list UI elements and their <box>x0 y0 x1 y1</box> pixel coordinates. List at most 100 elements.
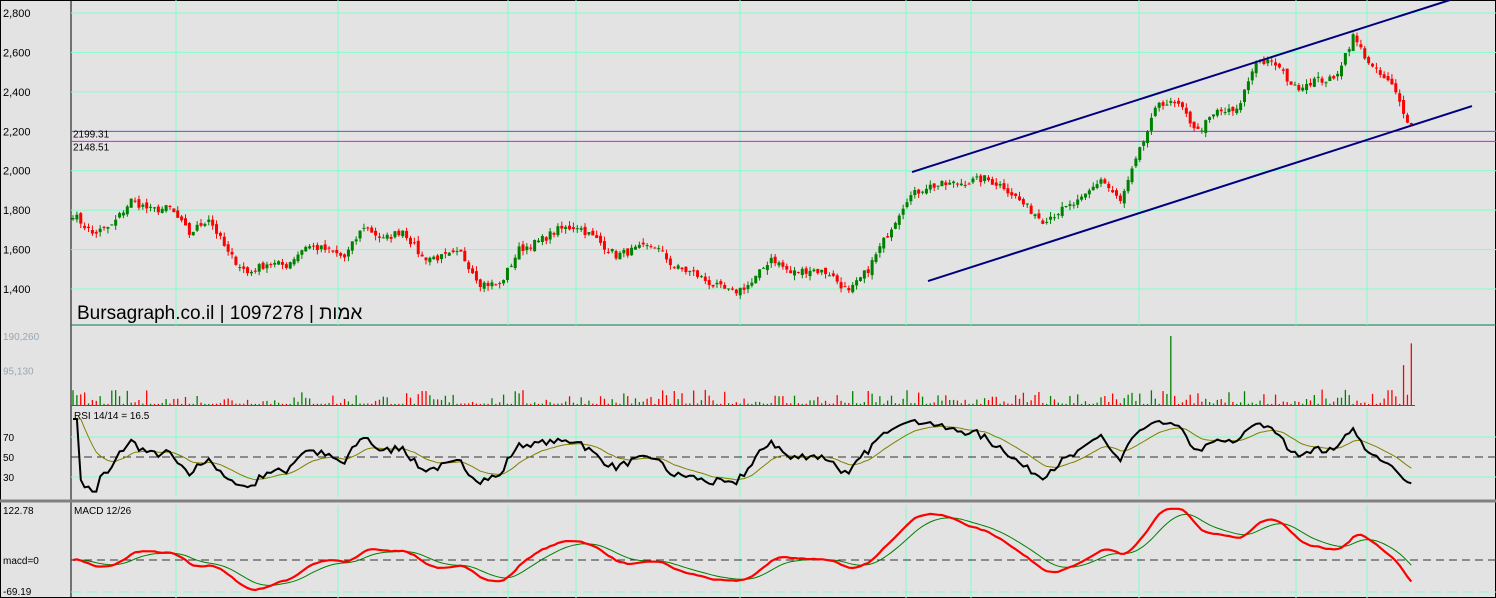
candle-body <box>312 245 316 247</box>
candle-body <box>249 271 253 274</box>
candle-body <box>1301 87 1305 91</box>
candle-body <box>304 246 308 252</box>
candle-body <box>967 183 971 185</box>
price-tick-label: 2,600 <box>3 47 31 59</box>
stock-chart: 2,800 2,600 2,400 2,200 2,000 1,800 1,600 1,400… <box>0 0 1496 598</box>
candle-body <box>176 210 180 218</box>
candle-body <box>649 246 653 248</box>
candle-body <box>226 244 230 252</box>
candle-body <box>1277 63 1281 68</box>
candle-body <box>343 254 347 258</box>
candle-body <box>1243 89 1247 103</box>
candle-body <box>1227 108 1231 113</box>
candle-body <box>401 230 405 237</box>
candle-body <box>1146 131 1150 144</box>
candle-body <box>405 230 409 239</box>
candle-body <box>847 287 851 291</box>
candle-body <box>529 247 533 249</box>
candle-body <box>1169 101 1173 103</box>
candle-body <box>882 237 886 249</box>
candle-body <box>595 235 599 239</box>
rsi-tick-label: 50 <box>3 453 15 464</box>
candle-body <box>812 269 816 272</box>
candle-body <box>502 280 506 284</box>
candle-body <box>79 213 83 224</box>
candle-body <box>1184 107 1188 114</box>
candle-body <box>525 246 529 251</box>
candle-body <box>909 195 913 202</box>
candle-body <box>777 262 781 266</box>
candle-body <box>424 257 428 261</box>
candle-body <box>366 227 370 229</box>
candle-body <box>618 252 622 260</box>
candle-body <box>800 268 804 276</box>
candle-body <box>199 223 203 226</box>
candle-body <box>661 250 665 252</box>
candle-body <box>971 178 975 183</box>
candle-body <box>851 284 855 293</box>
candle-body <box>738 287 742 296</box>
candle-body <box>754 275 758 284</box>
candle-body <box>1180 102 1184 108</box>
candle-body <box>1297 85 1301 91</box>
candle-body <box>463 250 467 262</box>
candle-body <box>804 268 808 274</box>
candle-body <box>820 269 824 273</box>
candle-body <box>552 233 556 235</box>
candle-body <box>416 240 420 255</box>
candle-body <box>890 229 894 238</box>
candle-body <box>521 244 525 252</box>
candle-body <box>1363 48 1367 59</box>
candle-body <box>242 266 246 269</box>
candle-body <box>238 267 242 269</box>
candle-body <box>855 280 859 286</box>
candle-body <box>478 279 482 288</box>
candle-body <box>215 224 219 234</box>
candle-body <box>1223 112 1227 114</box>
candle-body <box>1056 214 1060 216</box>
candle-body <box>436 255 440 261</box>
candle-body <box>765 265 769 271</box>
trend-channel-lower <box>927 105 1473 283</box>
candle-body <box>1064 205 1068 207</box>
candle-body <box>1382 74 1386 79</box>
candle-body <box>1080 196 1084 200</box>
candle-body <box>579 228 583 230</box>
candle-body <box>568 225 572 230</box>
candle-body <box>300 250 304 255</box>
candle-body <box>785 266 789 270</box>
candle-body <box>1386 76 1390 81</box>
candle-body <box>1157 102 1161 108</box>
support-line-label: 2199.31 <box>73 129 110 140</box>
candle-body <box>711 284 715 287</box>
candle-body <box>397 230 401 236</box>
candle-body <box>1402 100 1406 114</box>
candle-body <box>839 282 843 289</box>
candle-body <box>1049 216 1053 220</box>
candle-body <box>633 246 637 250</box>
candle-body <box>1107 183 1111 189</box>
candle-body <box>1103 179 1107 184</box>
candle-body <box>1367 57 1371 64</box>
candle-body <box>1196 126 1200 129</box>
candle-body <box>183 218 187 226</box>
candle-body <box>680 267 684 270</box>
candle-body <box>98 228 102 233</box>
candle-body <box>234 256 238 265</box>
candle-body <box>730 288 734 290</box>
candle-body <box>168 205 172 207</box>
candle-body <box>1122 190 1126 204</box>
candle-body <box>1390 78 1394 85</box>
candle-body <box>1029 205 1033 214</box>
candle-body <box>1033 214 1037 217</box>
volume-tick-label: 95,130 <box>3 367 34 378</box>
price-tick-label: 2,200 <box>3 126 31 138</box>
candle-body <box>319 245 323 250</box>
candle-body <box>886 236 890 238</box>
candle-body <box>866 269 870 274</box>
candle-body <box>440 254 444 260</box>
candle-body <box>699 276 703 278</box>
candle-body <box>1083 193 1087 198</box>
candle-body <box>1246 81 1250 91</box>
candle-body <box>284 264 288 268</box>
